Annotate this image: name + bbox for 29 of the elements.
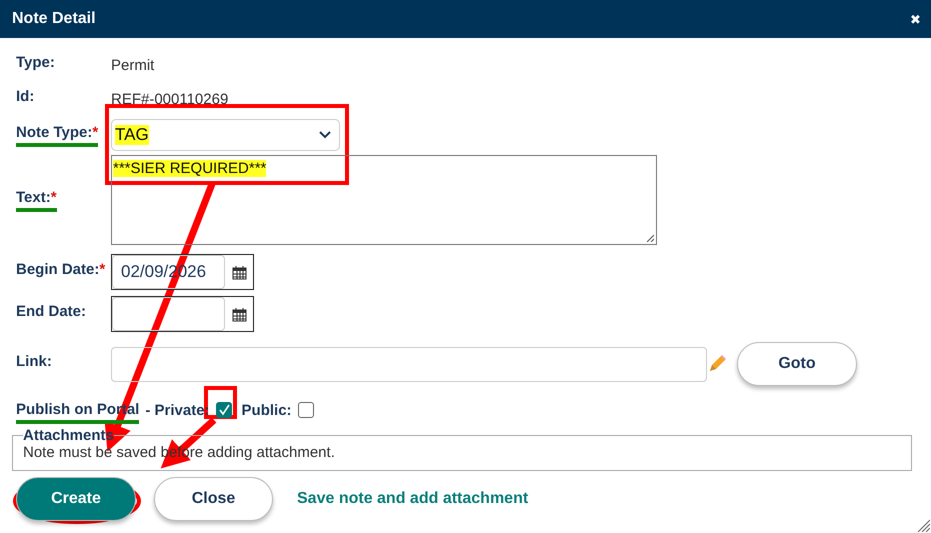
date-field[interactable] [112, 297, 225, 331]
date-picker[interactable] [111, 296, 254, 332]
resize-handle-icon [646, 234, 654, 242]
close-button[interactable]: Close [154, 477, 273, 521]
field-label: End Date: [16, 302, 86, 322]
field-label: Begin Date:* [16, 260, 106, 280]
save-attachment-link[interactable]: Save note and add attachment [297, 490, 528, 508]
calendar-icon [232, 306, 246, 322]
checkbox[interactable] [216, 402, 232, 418]
checkbox[interactable] [298, 402, 314, 418]
field-label: Note Type:* [16, 124, 98, 146]
note-type-select[interactable]: TAG [111, 119, 340, 151]
close-button[interactable]: ✖ [910, 12, 921, 26]
calendar-icon [232, 264, 246, 280]
chevron-down-icon [319, 131, 331, 139]
text-area[interactable]: ***SIER REQUIRED*** [111, 155, 657, 245]
resize-grip-icon[interactable] [916, 518, 930, 532]
field-label: Type: [16, 54, 55, 72]
field-label: Text:* [16, 188, 57, 212]
goto-button[interactable]: Goto [737, 342, 857, 386]
field-label: Link: [16, 352, 52, 372]
link-field[interactable] [111, 346, 707, 382]
option-label: Public: [242, 402, 292, 418]
field-value: REF#-000110269 [111, 90, 230, 108]
create-button[interactable]: Create [16, 477, 136, 521]
field-label: Id: [16, 88, 34, 106]
window-title: Note Detail [12, 10, 96, 28]
pencil-icon[interactable] [707, 354, 727, 374]
field-value: Permit [111, 56, 156, 74]
